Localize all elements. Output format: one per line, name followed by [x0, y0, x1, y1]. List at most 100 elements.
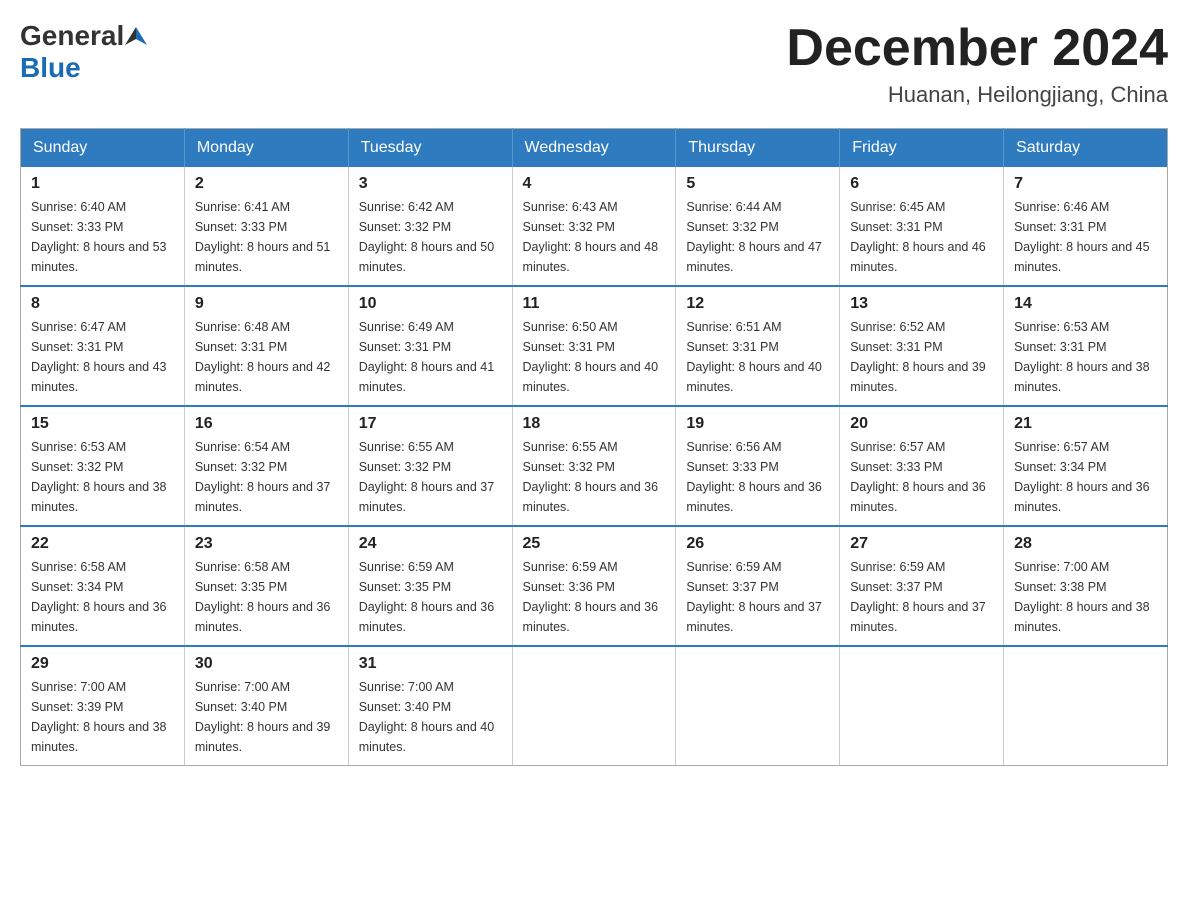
day-number: 26: [686, 535, 829, 553]
day-info: Sunrise: 6:40 AMSunset: 3:33 PMDaylight:…: [31, 200, 167, 274]
calendar-day-cell: 20 Sunrise: 6:57 AMSunset: 3:33 PMDaylig…: [840, 406, 1004, 526]
calendar-day-cell: 27 Sunrise: 6:59 AMSunset: 3:37 PMDaylig…: [840, 526, 1004, 646]
day-info: Sunrise: 6:54 AMSunset: 3:32 PMDaylight:…: [195, 440, 331, 514]
calendar-day-cell: 8 Sunrise: 6:47 AMSunset: 3:31 PMDayligh…: [21, 286, 185, 406]
day-info: Sunrise: 7:00 AMSunset: 3:38 PMDaylight:…: [1014, 560, 1150, 634]
calendar-day-cell: 30 Sunrise: 7:00 AMSunset: 3:40 PMDaylig…: [184, 646, 348, 766]
calendar-table: SundayMondayTuesdayWednesdayThursdayFrid…: [20, 128, 1168, 766]
day-info: Sunrise: 6:44 AMSunset: 3:32 PMDaylight:…: [686, 200, 822, 274]
day-number: 27: [850, 535, 993, 553]
weekday-header-sunday: Sunday: [21, 129, 185, 168]
calendar-week-row: 29 Sunrise: 7:00 AMSunset: 3:39 PMDaylig…: [21, 646, 1168, 766]
calendar-day-cell: 21 Sunrise: 6:57 AMSunset: 3:34 PMDaylig…: [1004, 406, 1168, 526]
calendar-day-cell: 13 Sunrise: 6:52 AMSunset: 3:31 PMDaylig…: [840, 286, 1004, 406]
weekday-header-row: SundayMondayTuesdayWednesdayThursdayFrid…: [21, 129, 1168, 168]
day-number: 16: [195, 415, 338, 433]
day-number: 2: [195, 175, 338, 193]
day-number: 9: [195, 295, 338, 313]
calendar-day-cell: 28 Sunrise: 7:00 AMSunset: 3:38 PMDaylig…: [1004, 526, 1168, 646]
day-info: Sunrise: 6:59 AMSunset: 3:36 PMDaylight:…: [523, 560, 659, 634]
day-number: 4: [523, 175, 666, 193]
day-info: Sunrise: 6:52 AMSunset: 3:31 PMDaylight:…: [850, 320, 986, 394]
day-number: 7: [1014, 175, 1157, 193]
day-info: Sunrise: 6:58 AMSunset: 3:34 PMDaylight:…: [31, 560, 167, 634]
day-number: 23: [195, 535, 338, 553]
page-header: General Blue December 2024 Huanan, Heilo…: [20, 20, 1168, 108]
calendar-day-cell: 18 Sunrise: 6:55 AMSunset: 3:32 PMDaylig…: [512, 406, 676, 526]
calendar-day-cell: 7 Sunrise: 6:46 AMSunset: 3:31 PMDayligh…: [1004, 167, 1168, 286]
day-info: Sunrise: 6:48 AMSunset: 3:31 PMDaylight:…: [195, 320, 331, 394]
calendar-day-cell: [676, 646, 840, 766]
calendar-day-cell: 16 Sunrise: 6:54 AMSunset: 3:32 PMDaylig…: [184, 406, 348, 526]
calendar-day-cell: 22 Sunrise: 6:58 AMSunset: 3:34 PMDaylig…: [21, 526, 185, 646]
weekday-header-friday: Friday: [840, 129, 1004, 168]
calendar-day-cell: 23 Sunrise: 6:58 AMSunset: 3:35 PMDaylig…: [184, 526, 348, 646]
day-number: 22: [31, 535, 174, 553]
day-number: 14: [1014, 295, 1157, 313]
day-info: Sunrise: 6:46 AMSunset: 3:31 PMDaylight:…: [1014, 200, 1150, 274]
day-info: Sunrise: 6:42 AMSunset: 3:32 PMDaylight:…: [359, 200, 495, 274]
day-number: 6: [850, 175, 993, 193]
calendar-day-cell: 14 Sunrise: 6:53 AMSunset: 3:31 PMDaylig…: [1004, 286, 1168, 406]
day-number: 3: [359, 175, 502, 193]
day-number: 11: [523, 295, 666, 313]
calendar-day-cell: 9 Sunrise: 6:48 AMSunset: 3:31 PMDayligh…: [184, 286, 348, 406]
logo-icon: [125, 25, 147, 47]
calendar-day-cell: 17 Sunrise: 6:55 AMSunset: 3:32 PMDaylig…: [348, 406, 512, 526]
calendar-day-cell: 31 Sunrise: 7:00 AMSunset: 3:40 PMDaylig…: [348, 646, 512, 766]
logo: General Blue: [20, 20, 149, 84]
calendar-day-cell: [1004, 646, 1168, 766]
day-number: 29: [31, 655, 174, 673]
day-info: Sunrise: 6:41 AMSunset: 3:33 PMDaylight:…: [195, 200, 331, 274]
calendar-day-cell: [512, 646, 676, 766]
day-info: Sunrise: 7:00 AMSunset: 3:39 PMDaylight:…: [31, 680, 167, 754]
day-info: Sunrise: 6:58 AMSunset: 3:35 PMDaylight:…: [195, 560, 331, 634]
logo-general-text: General: [20, 20, 124, 52]
day-info: Sunrise: 6:43 AMSunset: 3:32 PMDaylight:…: [523, 200, 659, 274]
calendar-day-cell: 19 Sunrise: 6:56 AMSunset: 3:33 PMDaylig…: [676, 406, 840, 526]
calendar-week-row: 8 Sunrise: 6:47 AMSunset: 3:31 PMDayligh…: [21, 286, 1168, 406]
day-number: 5: [686, 175, 829, 193]
calendar-day-cell: 2 Sunrise: 6:41 AMSunset: 3:33 PMDayligh…: [184, 167, 348, 286]
weekday-header-monday: Monday: [184, 129, 348, 168]
calendar-day-cell: 24 Sunrise: 6:59 AMSunset: 3:35 PMDaylig…: [348, 526, 512, 646]
day-number: 31: [359, 655, 502, 673]
day-number: 20: [850, 415, 993, 433]
calendar-day-cell: 29 Sunrise: 7:00 AMSunset: 3:39 PMDaylig…: [21, 646, 185, 766]
day-info: Sunrise: 7:00 AMSunset: 3:40 PMDaylight:…: [359, 680, 495, 754]
page-title: December 2024: [786, 20, 1168, 77]
day-info: Sunrise: 6:49 AMSunset: 3:31 PMDaylight:…: [359, 320, 495, 394]
calendar-day-cell: 10 Sunrise: 6:49 AMSunset: 3:31 PMDaylig…: [348, 286, 512, 406]
calendar-day-cell: 26 Sunrise: 6:59 AMSunset: 3:37 PMDaylig…: [676, 526, 840, 646]
calendar-day-cell: 3 Sunrise: 6:42 AMSunset: 3:32 PMDayligh…: [348, 167, 512, 286]
day-info: Sunrise: 6:57 AMSunset: 3:33 PMDaylight:…: [850, 440, 986, 514]
day-number: 25: [523, 535, 666, 553]
day-info: Sunrise: 6:59 AMSunset: 3:35 PMDaylight:…: [359, 560, 495, 634]
calendar-day-cell: [840, 646, 1004, 766]
day-info: Sunrise: 6:53 AMSunset: 3:32 PMDaylight:…: [31, 440, 167, 514]
day-number: 1: [31, 175, 174, 193]
weekday-header-thursday: Thursday: [676, 129, 840, 168]
day-info: Sunrise: 6:59 AMSunset: 3:37 PMDaylight:…: [850, 560, 986, 634]
calendar-week-row: 1 Sunrise: 6:40 AMSunset: 3:33 PMDayligh…: [21, 167, 1168, 286]
calendar-day-cell: 6 Sunrise: 6:45 AMSunset: 3:31 PMDayligh…: [840, 167, 1004, 286]
day-info: Sunrise: 6:55 AMSunset: 3:32 PMDaylight:…: [359, 440, 495, 514]
day-number: 13: [850, 295, 993, 313]
day-number: 10: [359, 295, 502, 313]
weekday-header-tuesday: Tuesday: [348, 129, 512, 168]
calendar-day-cell: 25 Sunrise: 6:59 AMSunset: 3:36 PMDaylig…: [512, 526, 676, 646]
day-number: 12: [686, 295, 829, 313]
day-number: 21: [1014, 415, 1157, 433]
day-info: Sunrise: 6:51 AMSunset: 3:31 PMDaylight:…: [686, 320, 822, 394]
day-info: Sunrise: 6:57 AMSunset: 3:34 PMDaylight:…: [1014, 440, 1150, 514]
day-info: Sunrise: 6:50 AMSunset: 3:31 PMDaylight:…: [523, 320, 659, 394]
day-number: 19: [686, 415, 829, 433]
day-info: Sunrise: 6:47 AMSunset: 3:31 PMDaylight:…: [31, 320, 167, 394]
weekday-header-saturday: Saturday: [1004, 129, 1168, 168]
day-number: 18: [523, 415, 666, 433]
day-info: Sunrise: 7:00 AMSunset: 3:40 PMDaylight:…: [195, 680, 331, 754]
calendar-day-cell: 11 Sunrise: 6:50 AMSunset: 3:31 PMDaylig…: [512, 286, 676, 406]
weekday-header-wednesday: Wednesday: [512, 129, 676, 168]
logo-blue-text: Blue: [20, 52, 81, 83]
day-number: 17: [359, 415, 502, 433]
